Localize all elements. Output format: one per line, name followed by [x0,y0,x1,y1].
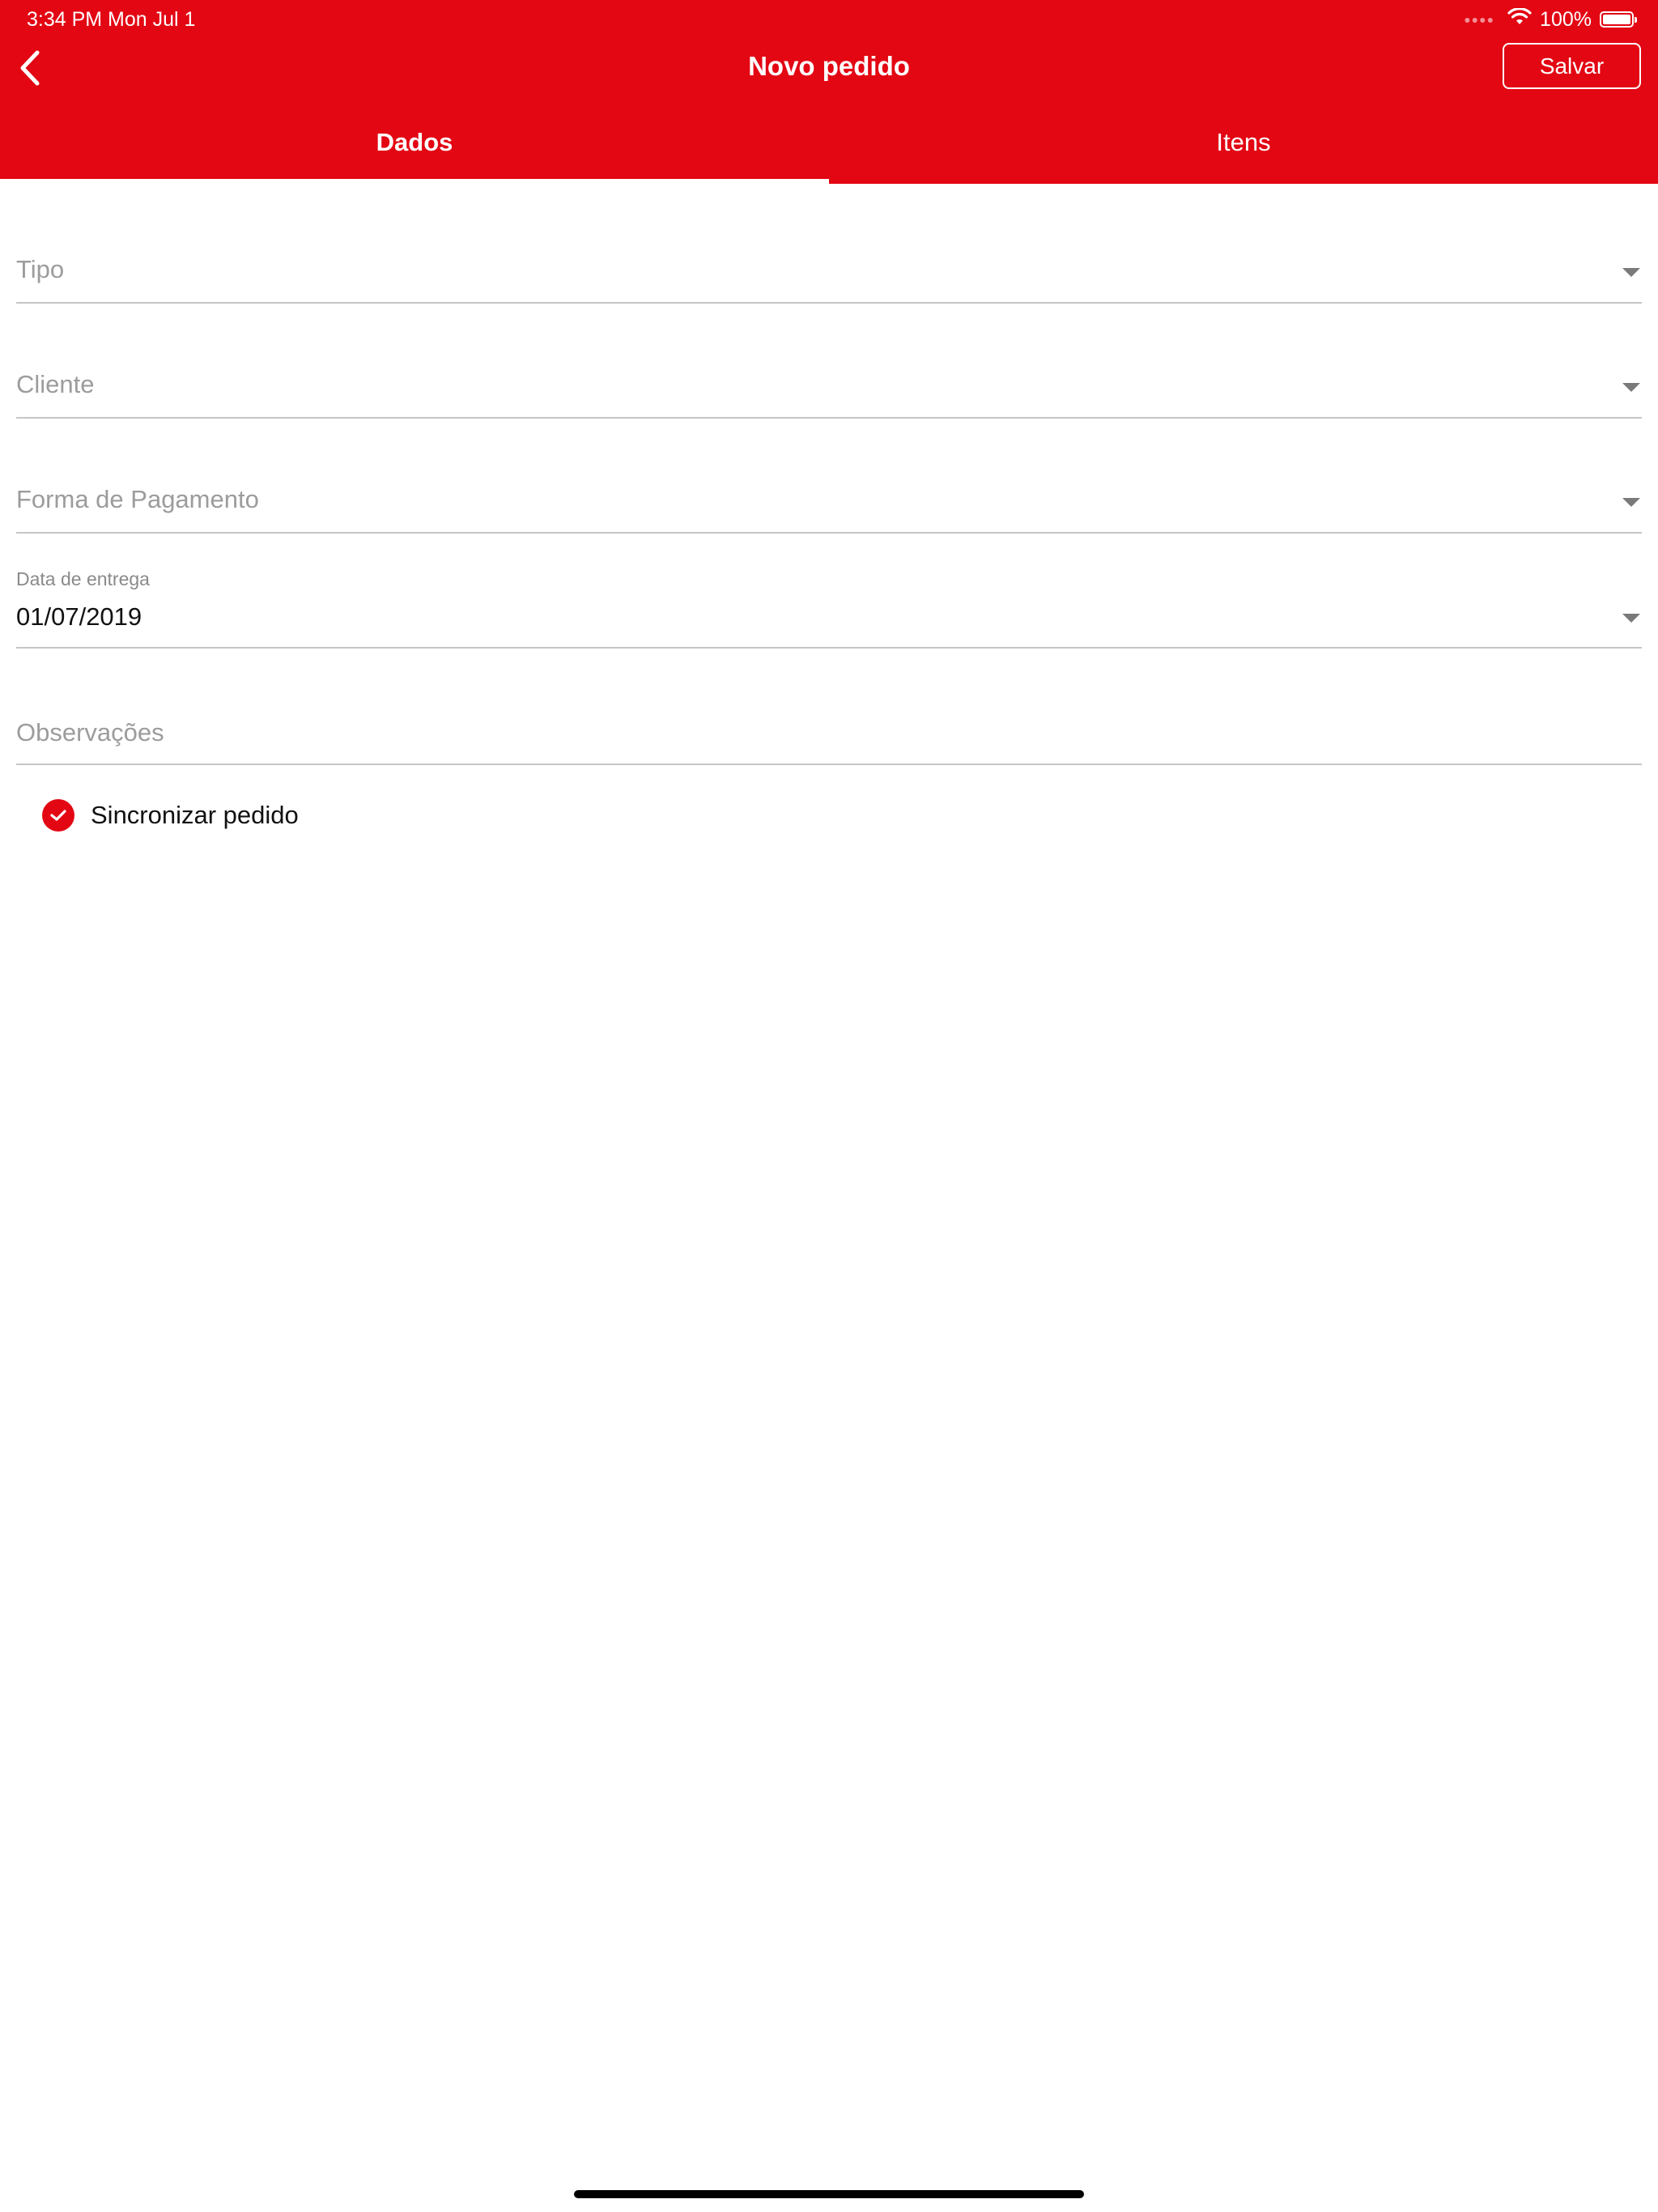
battery-percent: 100% [1540,7,1592,31]
dropdown-caret-icon [1622,614,1640,623]
tab-bar: Dados Itens [0,120,1658,184]
check-icon [42,799,74,832]
page-title: Novo pedido [748,51,910,81]
dropdown-caret-icon [1622,268,1640,277]
wifi-icon [1507,6,1532,32]
dropdown-caret-icon [1622,383,1640,392]
app-header: 3:34 PM Mon Jul 1 ●●●● 100% Novo pedido … [0,0,1658,184]
status-time: 3:34 PM Mon Jul 1 [27,8,196,31]
cliente-placeholder: Cliente [16,370,95,398]
observacoes-input[interactable]: Observações [16,704,1642,765]
data-entrega-value: 01/07/2019 [16,602,142,631]
dropdown-caret-icon [1622,498,1640,507]
tab-dados[interactable]: Dados [0,120,829,184]
observacoes-placeholder: Observações [16,718,164,747]
forma-pagamento-select[interactable]: Forma de Pagamento [16,473,1642,534]
tipo-select[interactable]: Tipo [16,243,1642,304]
status-indicators: ●●●● 100% [1464,6,1637,32]
save-button[interactable]: Salvar [1503,43,1641,89]
tipo-placeholder: Tipo [16,255,65,283]
sincronizar-label: Sincronizar pedido [91,801,299,829]
data-entrega-select[interactable]: Data de entrega 01/07/2019 [16,567,1642,649]
home-indicator[interactable] [574,2190,1084,2198]
cliente-select[interactable]: Cliente [16,358,1642,419]
tab-itens[interactable]: Itens [829,120,1658,184]
cellular-dots-icon: ●●●● [1464,13,1495,26]
battery-icon [1600,11,1637,28]
sincronizar-checkbox[interactable]: Sincronizar pedido [42,798,299,833]
data-entrega-label: Data de entrega [16,568,150,589]
forma-pagamento-placeholder: Forma de Pagamento [16,485,259,513]
